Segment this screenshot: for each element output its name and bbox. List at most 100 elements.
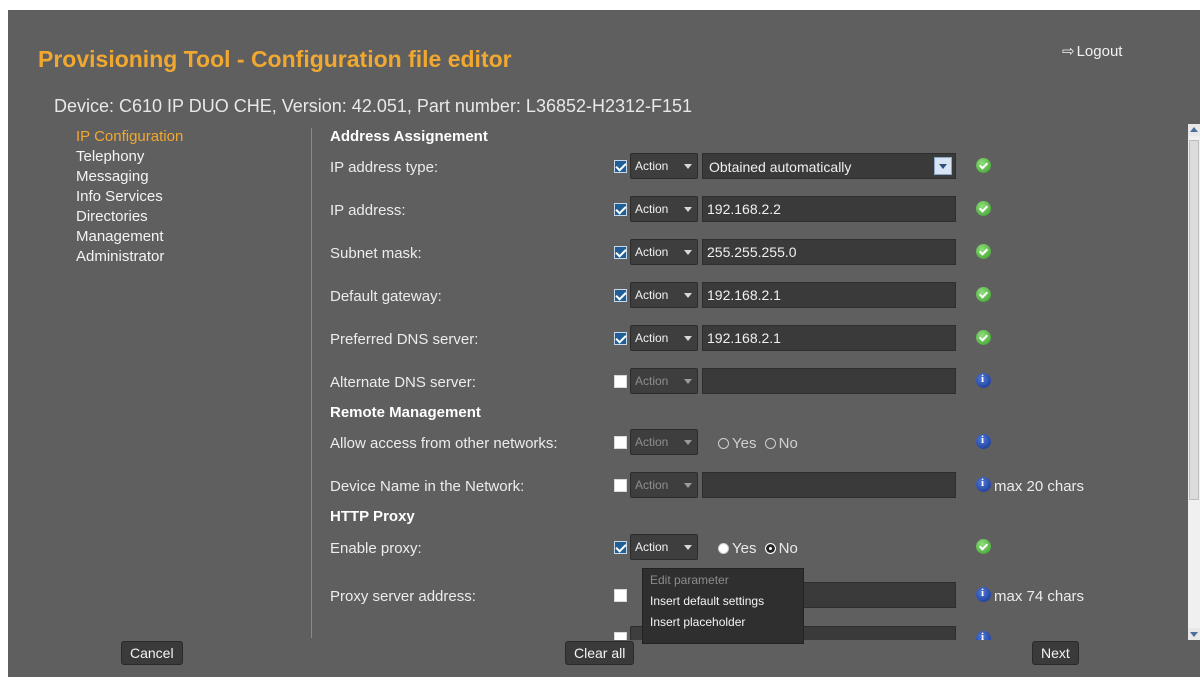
caret-down-icon <box>684 293 692 298</box>
app-window: Provisioning Tool - Configuration file e… <box>8 10 1200 677</box>
action-dropdown-button[interactable]: Action <box>630 239 698 265</box>
scroll-down-icon[interactable] <box>1188 628 1200 640</box>
nav-item-management[interactable]: Management <box>76 227 296 247</box>
radio-no[interactable]: No <box>764 435 798 452</box>
logout-label: Logout <box>1076 43 1123 60</box>
vertical-scrollbar[interactable] <box>1188 124 1200 640</box>
caret-down-icon <box>684 545 692 550</box>
enable-checkbox[interactable] <box>614 289 627 302</box>
enable-checkbox[interactable] <box>614 160 627 173</box>
action-dropdown-button[interactable]: Action <box>630 368 698 394</box>
select-value: Obtained automatically <box>709 159 852 175</box>
radio-dot <box>764 543 776 554</box>
status-ok-icon <box>976 244 991 259</box>
radio-yes[interactable]: Yes <box>718 435 756 452</box>
nav-item-ip-configuration[interactable]: IP Configuration <box>76 127 296 147</box>
page-title: Provisioning Tool - Configuration file e… <box>38 46 512 72</box>
nav-item-messaging[interactable]: Messaging <box>76 167 296 187</box>
field-label: Alternate DNS server: <box>330 374 476 391</box>
field-label: Preferred DNS server: <box>330 331 479 348</box>
row-subnet-mask: Subnet mask: Action <box>320 239 1180 267</box>
nav-divider <box>311 128 312 638</box>
menu-item-insert-placeholder[interactable]: Insert placeholder <box>643 611 803 632</box>
action-dropdown-button[interactable]: Action <box>630 196 698 222</box>
subnet-mask-input[interactable] <box>702 239 956 265</box>
ip-address-type-select[interactable]: Obtained automatically <box>702 153 956 179</box>
status-ok-icon <box>976 287 991 302</box>
action-dropdown-button[interactable]: Action <box>630 325 698 351</box>
action-dropdown-button[interactable]: Action <box>630 472 698 498</box>
info-icon[interactable] <box>976 434 991 449</box>
device-version: Version: 42.051, <box>281 96 412 116</box>
action-label: Action <box>635 540 669 554</box>
chevron-down-icon[interactable] <box>934 157 952 175</box>
enable-checkbox[interactable] <box>614 479 627 492</box>
field-label: Device Name in the Network: <box>330 478 525 495</box>
enable-checkbox[interactable] <box>614 541 627 554</box>
info-icon[interactable] <box>976 631 991 640</box>
nav-item-directories[interactable]: Directories <box>76 207 296 227</box>
radio-yes[interactable]: Yes <box>718 540 756 557</box>
action-label: Action <box>635 202 669 216</box>
info-icon[interactable] <box>976 373 991 388</box>
scroll-thumb[interactable] <box>1189 140 1199 500</box>
enable-checkbox[interactable] <box>614 332 627 345</box>
nav-item-telephony[interactable]: Telephony <box>76 147 296 167</box>
action-label: Action <box>635 374 669 388</box>
clear-all-button[interactable]: Clear all <box>565 641 635 665</box>
radio-label: No <box>778 435 798 452</box>
arrow-right-icon: ⇨ <box>1062 43 1075 60</box>
device-part-number: Part number: L36852-H2312-F151 <box>416 96 693 116</box>
default-gateway-input[interactable] <box>702 282 956 308</box>
action-dropdown-button[interactable]: Action <box>630 534 698 560</box>
caret-down-icon <box>684 336 692 341</box>
menu-item-insert-default-settings[interactable]: Insert default settings <box>643 590 803 611</box>
row-device-name: Device Name in the Network: Action max 2… <box>320 472 1180 500</box>
preferred-dns-input[interactable] <box>702 325 956 351</box>
action-dropdown-button[interactable]: Action <box>630 429 698 455</box>
row-preferred-dns: Preferred DNS server: Action <box>320 325 1180 353</box>
enable-checkbox[interactable] <box>614 246 627 259</box>
config-form: Address Assignement IP address type: Act… <box>320 122 1180 640</box>
field-label: Allow access from other networks: <box>330 435 558 452</box>
nav-item-info-services[interactable]: Info Services <box>76 187 296 207</box>
device-name-input[interactable] <box>702 472 956 498</box>
enable-checkbox[interactable] <box>614 203 627 216</box>
field-label: Enable proxy: <box>330 540 422 557</box>
info-icon[interactable] <box>976 587 991 602</box>
action-dropdown-button[interactable]: Action <box>630 153 698 179</box>
action-dropdown-button[interactable]: Action <box>630 282 698 308</box>
enable-checkbox[interactable] <box>614 436 627 449</box>
radio-no[interactable]: No <box>764 540 798 557</box>
action-label: Action <box>635 435 669 449</box>
enable-proxy-radio-group: Yes No <box>718 540 802 557</box>
row-ip-address-type: IP address type: Action Obtained automat… <box>320 153 1180 181</box>
action-label: Action <box>635 288 669 302</box>
status-ok-icon <box>976 330 991 345</box>
enable-checkbox[interactable] <box>614 589 627 602</box>
menu-item-edit-parameter: Edit parameter <box>650 573 729 587</box>
logout-link[interactable]: ⇨ Logout <box>1062 42 1122 60</box>
device-model: Device: C610 IP DUO CHE, <box>54 96 277 116</box>
nav-item-administrator[interactable]: Administrator <box>76 247 296 267</box>
action-menu: Edit parameter Insert default settings I… <box>642 568 804 644</box>
max-chars-hint: max 74 chars <box>994 588 1085 605</box>
caret-down-icon <box>684 207 692 212</box>
enable-checkbox[interactable] <box>614 632 627 640</box>
caret-down-icon <box>684 379 692 384</box>
info-icon[interactable] <box>976 477 991 492</box>
alternate-dns-input[interactable] <box>702 368 956 394</box>
action-label: Action <box>635 478 669 492</box>
left-nav: IP Configuration Telephony Messaging Inf… <box>76 127 296 267</box>
caret-down-icon <box>684 250 692 255</box>
radio-dot <box>718 543 729 554</box>
enable-checkbox[interactable] <box>614 375 627 388</box>
radio-dot <box>764 438 776 449</box>
cancel-button[interactable]: Cancel <box>121 641 183 665</box>
row-alternate-dns: Alternate DNS server: Action <box>320 368 1180 396</box>
radio-label: Yes <box>732 435 757 452</box>
next-button[interactable]: Next <box>1032 641 1079 665</box>
ip-address-input[interactable] <box>702 196 956 222</box>
scroll-up-icon[interactable] <box>1188 124 1200 136</box>
section-heading-address: Address Assignement <box>330 128 488 145</box>
